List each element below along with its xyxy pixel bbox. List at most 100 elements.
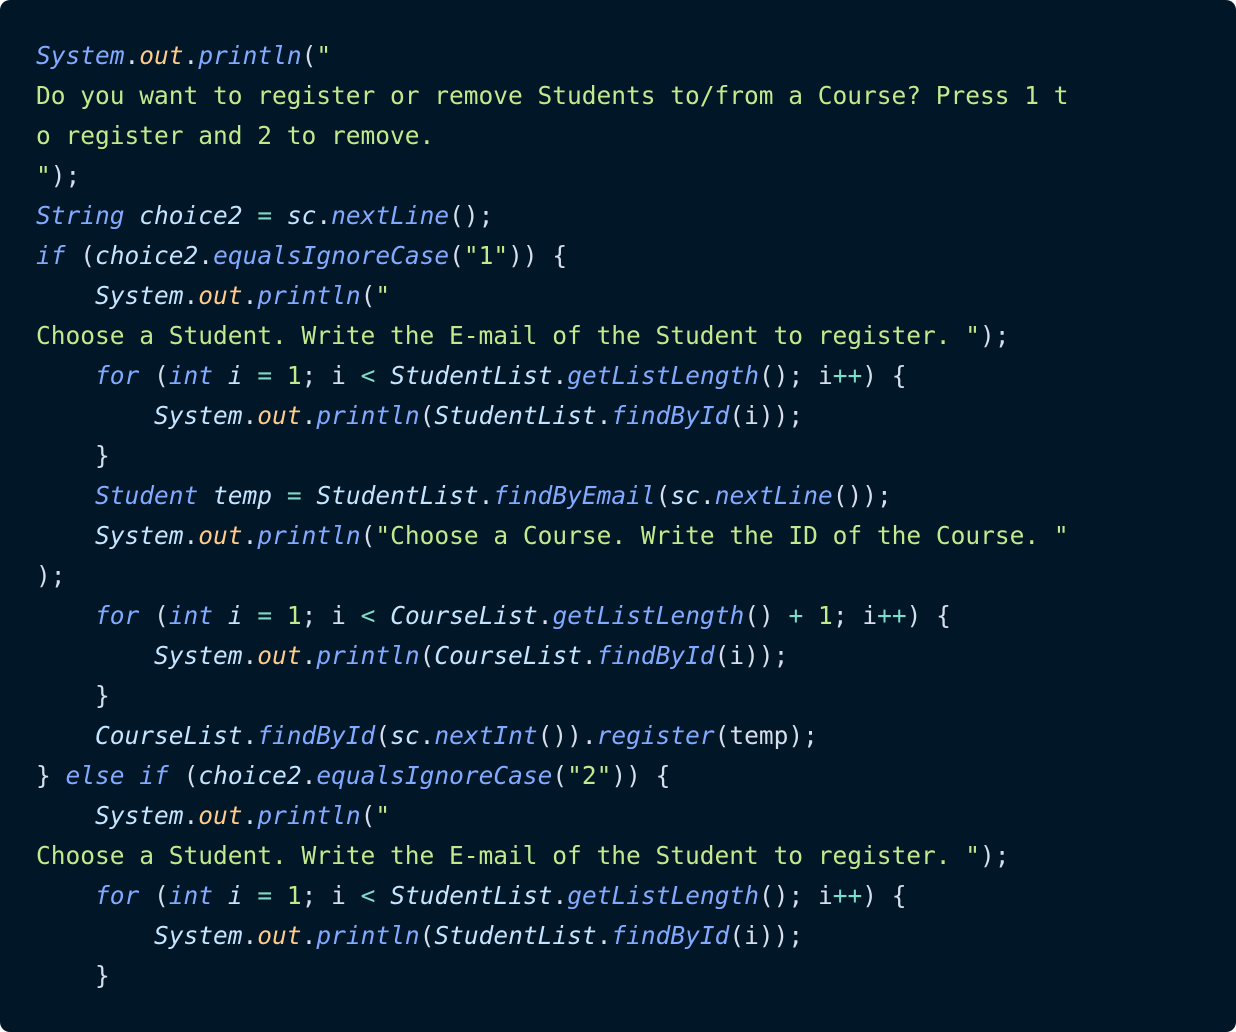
code-token: getListLength bbox=[552, 601, 745, 630]
code-token: Do you want to register or remove Studen… bbox=[36, 81, 1069, 110]
code-token: int bbox=[168, 361, 214, 390]
code-token: ()). bbox=[537, 721, 597, 750]
code-line: o register and 2 to remove. bbox=[36, 116, 1200, 156]
code-line: for (int i = 1; i < StudentList.getListL… bbox=[36, 356, 1200, 396]
code-token: "Choose a Course. Write the ID of the Co… bbox=[375, 521, 1069, 550]
code-token: (temp); bbox=[714, 721, 818, 750]
code-token: < bbox=[360, 601, 376, 630]
code-token: choice2 bbox=[198, 761, 302, 790]
code-token: (); i bbox=[759, 361, 833, 390]
code-token: choice2 bbox=[95, 241, 199, 270]
code-token: 1 bbox=[286, 601, 302, 630]
code-line: System.out.println(StudentList.findById(… bbox=[36, 916, 1200, 956]
code-token: . bbox=[478, 481, 494, 510]
code-line: String choice2 = sc.nextLine(); bbox=[36, 196, 1200, 236]
code-token: . bbox=[242, 801, 258, 830]
code-token: "2" bbox=[567, 761, 612, 790]
code-token: o register and 2 to remove. bbox=[36, 121, 435, 150]
code-token: System bbox=[95, 281, 184, 310]
code-token: findById bbox=[611, 401, 730, 430]
code-line: "); bbox=[36, 156, 1200, 196]
code-token: findById bbox=[611, 921, 730, 950]
code-token: equalsIgnoreCase bbox=[213, 241, 450, 270]
code-token: System bbox=[154, 401, 243, 430]
code-line: System.out.println(" bbox=[36, 36, 1200, 76]
code-token: . bbox=[183, 521, 199, 550]
code-token: ; i bbox=[301, 881, 361, 910]
code-token: sc bbox=[670, 481, 700, 510]
code-token: . bbox=[242, 721, 258, 750]
code-token: " bbox=[375, 801, 391, 830]
code-token: out bbox=[257, 641, 302, 670]
code-token: println bbox=[257, 281, 361, 310]
code-token: . bbox=[242, 401, 258, 430]
code-token: nextLine bbox=[714, 481, 833, 510]
code-token: . bbox=[183, 281, 199, 310]
code-token: . bbox=[183, 41, 199, 70]
code-line: Student temp = StudentList.findByEmail(s… bbox=[36, 476, 1200, 516]
code-token: < bbox=[360, 881, 376, 910]
code-token: 1 bbox=[286, 361, 302, 390]
code-token: . bbox=[552, 361, 568, 390]
code-token: sc bbox=[390, 721, 420, 750]
code-token: . bbox=[242, 921, 258, 950]
code-token: out bbox=[257, 401, 302, 430]
code-token: ++ bbox=[877, 601, 907, 630]
code-body: System.out.println(" Do you want to regis… bbox=[36, 36, 1200, 996]
code-token: equalsIgnoreCase bbox=[316, 761, 553, 790]
code-token: StudentList bbox=[316, 481, 479, 510]
code-token: ); bbox=[980, 321, 1010, 350]
code-token: for bbox=[95, 361, 140, 390]
code-token: out bbox=[139, 41, 184, 70]
code-token: } bbox=[36, 681, 110, 710]
code-token: ); bbox=[980, 841, 1010, 870]
code-token: ( bbox=[360, 801, 376, 830]
code-line: for (int i = 1; i < CourseList.getListLe… bbox=[36, 596, 1200, 636]
code-token: . bbox=[419, 721, 435, 750]
code-token: } bbox=[36, 761, 66, 790]
code-line: } else if (choice2.equalsIgnoreCase("2")… bbox=[36, 756, 1200, 796]
code-token: 1 bbox=[818, 601, 833, 630]
code-token: ); bbox=[36, 561, 66, 590]
code-token: = bbox=[257, 881, 273, 910]
code-token: register bbox=[596, 721, 715, 750]
code-token: ); bbox=[50, 161, 81, 190]
code-token: sc bbox=[286, 201, 317, 230]
code-line: Choose a Student. Write the E-mail of th… bbox=[36, 316, 1200, 356]
code-token: = bbox=[257, 201, 273, 230]
code-token: . bbox=[242, 521, 258, 550]
code-token: . bbox=[183, 801, 199, 830]
code-line: Do you want to register or remove Studen… bbox=[36, 76, 1200, 116]
code-token: println bbox=[316, 921, 420, 950]
code-token: i bbox=[227, 361, 243, 390]
code-token: . bbox=[596, 921, 612, 950]
code-line: } bbox=[36, 436, 1200, 476]
code-token: . bbox=[581, 641, 597, 670]
code-token: nextInt bbox=[434, 721, 538, 750]
code-token: out bbox=[257, 921, 302, 950]
code-token: ( bbox=[449, 241, 464, 270]
code-token: StudentList bbox=[390, 361, 553, 390]
code-token: . bbox=[242, 281, 258, 310]
code-token: . bbox=[301, 641, 317, 670]
code-token: Choose a Student. Write the E-mail of th… bbox=[36, 321, 981, 350]
code-token: . bbox=[301, 921, 317, 950]
code-token: } bbox=[36, 441, 110, 470]
